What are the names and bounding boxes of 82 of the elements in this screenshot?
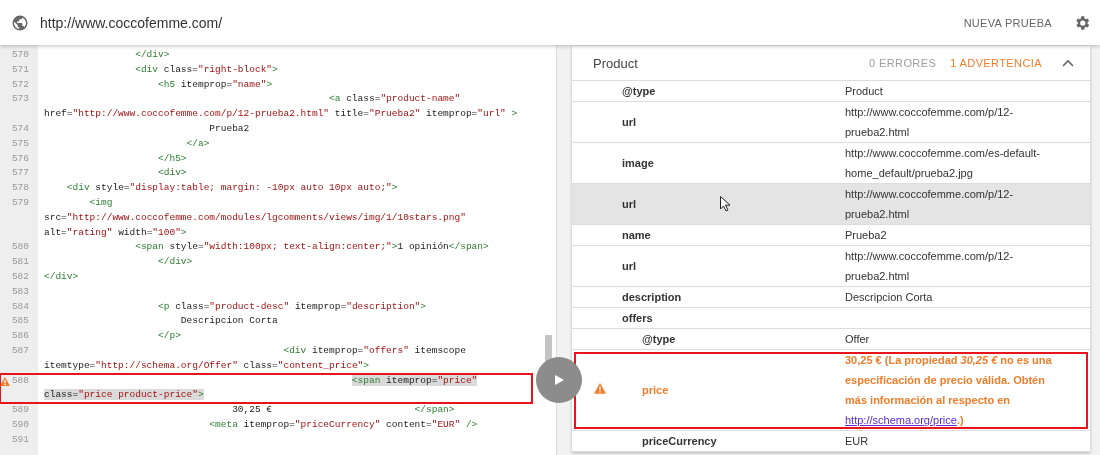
line-number: 585 xyxy=(11,314,29,329)
error-count: 0 ERRORES xyxy=(869,57,937,69)
code-line: </h5> xyxy=(158,152,187,164)
code-line: <div style="display:table; margin: -10px auto 10px auto;"> xyxy=(66,182,398,194)
line-number: 587 xyxy=(11,343,29,358)
cursor-icon xyxy=(720,196,731,212)
code-line: <span style="width:100px; text-align:center;">1 opinión</span> xyxy=(135,241,489,253)
property-value: http://www.coccofemme.com/p/12- prueba2.html xyxy=(845,249,1015,284)
scrollbar-thumb[interactable] xyxy=(545,335,552,361)
line-number: 570 xyxy=(11,48,29,62)
code-line: <div class="right-block"> xyxy=(135,63,278,75)
line-number: 575 xyxy=(11,136,29,151)
code-line: alt="rating" width="100"> xyxy=(44,226,187,238)
line-number: 591 xyxy=(11,432,29,447)
code-line: <a class="product-name" xyxy=(329,93,461,105)
line-number: 573 xyxy=(11,92,29,107)
code-line: <meta itemprop="priceCurrency" content="EUR" /> xyxy=(209,418,478,430)
property-name: url xyxy=(622,116,637,128)
property-value: Prueba2 xyxy=(845,228,888,243)
line-number: 584 xyxy=(11,299,29,314)
line-number: 578 xyxy=(11,181,29,196)
code-line: <div itemprop="offers" itemscope xyxy=(283,344,466,356)
line-number: 576 xyxy=(11,151,29,166)
line-number: 581 xyxy=(11,255,29,270)
code-line: <p class="product-desc" itemprop="description"> xyxy=(158,300,427,312)
code-line: </a> xyxy=(186,137,210,149)
line-number: 580 xyxy=(11,240,29,255)
new-test-button[interactable]: NUEVA PRUEBA xyxy=(953,10,1062,35)
property-value: EUR xyxy=(845,434,870,449)
page-url: http://www.coccofemme.com/ xyxy=(40,14,224,31)
property-name: name xyxy=(622,229,651,241)
warning-message: 30,25 € (La propiedad 30,25 € no es una especificación de precio válida. Obtén más información al respecto en http://schema.org/price.) xyxy=(845,353,1053,428)
warning-icon xyxy=(594,383,606,394)
property-row[interactable]: @type Product xyxy=(572,81,1090,102)
property-value: http://www.coccofemme.com/p/12- prueba2.html xyxy=(845,187,1015,222)
property-row[interactable]: description Descripcion Corta xyxy=(572,287,1090,308)
line-number: 577 xyxy=(11,166,29,181)
line-number: 588 xyxy=(11,373,29,388)
code-line: itemtype="http://schema.org/Offer" class="content_price"> xyxy=(44,359,369,371)
code-line: </div> xyxy=(135,49,170,60)
card-title: Product xyxy=(593,55,639,71)
property-name: url xyxy=(622,198,637,210)
property-name: priceCurrency xyxy=(642,435,717,447)
line-number: 589 xyxy=(11,403,29,418)
property-row[interactable]: priceCurrency EUR xyxy=(572,431,1090,452)
line-number: 590 xyxy=(11,417,29,432)
schema-link[interactable]: http://schema.org/price xyxy=(845,414,957,426)
property-name: offers xyxy=(622,312,653,324)
property-name: description xyxy=(622,291,682,303)
line-number: 574 xyxy=(11,122,29,136)
code-line: </div> xyxy=(44,270,79,282)
property-name: url xyxy=(622,260,637,272)
code-line: Descripcion Corta xyxy=(180,315,278,327)
play-icon xyxy=(553,374,565,386)
line-number: 586 xyxy=(11,329,29,344)
line-number: 583 xyxy=(11,284,29,299)
code-line: <h5 itemprop="name"> xyxy=(158,78,273,90)
property-row[interactable]: offers xyxy=(572,308,1090,329)
line-number: 582 xyxy=(11,269,29,284)
property-name: @type xyxy=(622,85,656,97)
code-line: <div> xyxy=(158,167,187,179)
code-line: </span> xyxy=(414,404,455,416)
code-line: </p> xyxy=(158,330,181,342)
property-name: @type xyxy=(642,333,676,345)
code-line: Prueba2 xyxy=(209,123,250,134)
line-number: 579 xyxy=(11,195,29,210)
warning-count: 1 ADVERTENCIA xyxy=(950,57,1042,69)
property-row[interactable]: @type Offer xyxy=(572,329,1090,350)
property-value: Offer xyxy=(845,332,871,347)
property-value: Descripcion Corta xyxy=(845,290,934,305)
code-line: </div> xyxy=(158,256,193,268)
property-name: price xyxy=(642,384,669,396)
line-number: 571 xyxy=(11,62,29,77)
property-value: Product xyxy=(845,84,884,99)
property-row[interactable]: name Prueba2 xyxy=(572,225,1090,246)
code-line: <img xyxy=(89,196,113,208)
code-line: 30,25 € xyxy=(232,404,273,416)
code-line: src="http://www.coccofemme.com/modules/lgcomments/views/img/1/10stars.png" xyxy=(44,211,466,223)
property-row[interactable]: price 30,25 € (La propiedad 30,25 € no es una especificación de precio válida. Obtén más información al respecto en http://schema.org/price.) xyxy=(572,350,1090,431)
code-line: href="http://www.coccofemme.com/p/12-prueba2.html" title="Prueba2" itemprop="url" > xyxy=(44,108,518,120)
property-name: image xyxy=(622,157,654,169)
line-number: 572 xyxy=(11,77,29,92)
